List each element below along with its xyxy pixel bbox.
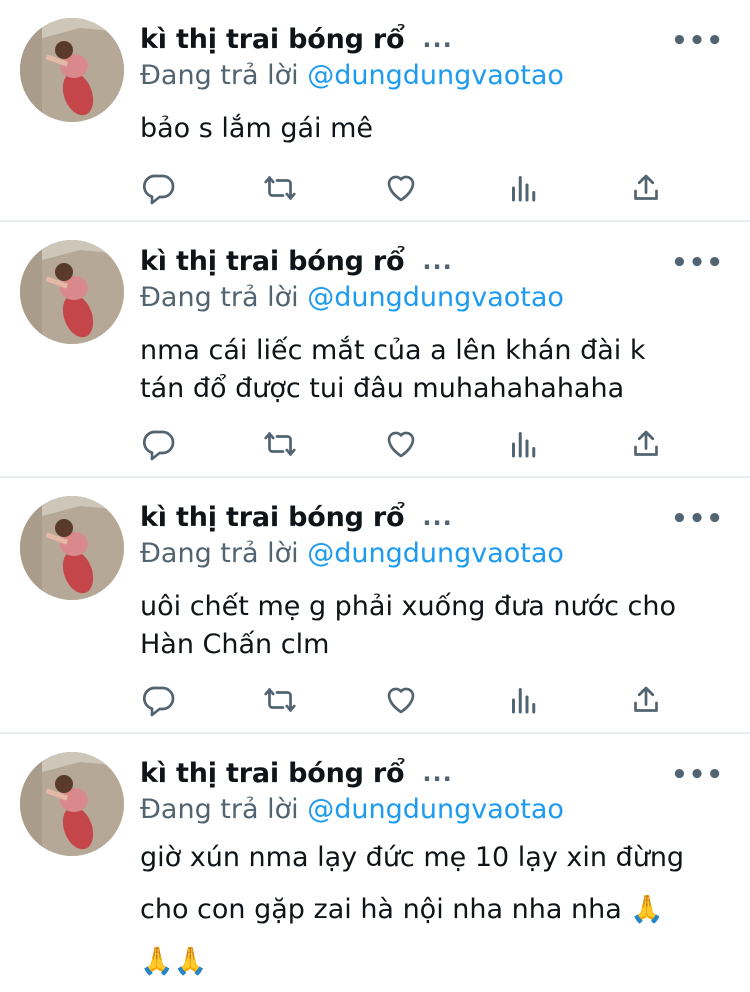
avatar[interactable] bbox=[20, 752, 124, 856]
avatar[interactable] bbox=[20, 18, 124, 122]
share-icon[interactable] bbox=[628, 682, 664, 718]
tweet-text: giờ xún nma lạy đức mẹ 10 lạy xin đừng c… bbox=[140, 832, 730, 988]
reply-context: Đang trả lời @dungdungvaotao bbox=[140, 282, 564, 313]
reply-handle-link[interactable]: @dungdungvaotao bbox=[307, 794, 564, 825]
reply-icon[interactable] bbox=[140, 682, 176, 718]
tweet-text-line: uôi chết mẹ g phải xuống đưa nước cho bbox=[140, 591, 677, 622]
share-icon[interactable] bbox=[628, 170, 664, 206]
analytics-icon[interactable] bbox=[506, 682, 542, 718]
reply-context: Đang trả lời @dungdungvaotao bbox=[140, 60, 564, 91]
avatar[interactable] bbox=[20, 496, 124, 600]
reply-handle-link[interactable]: @dungdungvaotao bbox=[307, 60, 564, 91]
reply-icon[interactable] bbox=[140, 426, 176, 462]
reply-icon[interactable] bbox=[140, 170, 176, 206]
reply-prefix: Đang trả lời bbox=[140, 60, 299, 91]
name-truncation: ... bbox=[422, 247, 453, 275]
name-truncation: ... bbox=[422, 503, 453, 531]
display-name[interactable]: kì thị trai bóng rổ bbox=[140, 246, 405, 277]
name-truncation: ... bbox=[422, 25, 453, 53]
display-name[interactable]: kì thị trai bóng rổ bbox=[140, 502, 405, 533]
tweet-text-line: nma cái liếc mắt của a lên khán đài k bbox=[140, 335, 646, 366]
display-name[interactable]: kì thị trai bóng rổ bbox=[140, 24, 405, 55]
tweet-4[interactable]: kì thị trai bóng rổ ... ••• Đang trả lời… bbox=[0, 734, 750, 992]
more-options-icon[interactable]: ••• bbox=[671, 760, 724, 790]
retweet-icon[interactable] bbox=[262, 170, 298, 206]
tweet-text: uôi chết mẹ g phải xuống đưa nước cho Hà… bbox=[140, 588, 730, 664]
tweet-text: nma cái liếc mắt của a lên khán đài k tá… bbox=[140, 332, 730, 408]
like-icon[interactable] bbox=[383, 426, 419, 462]
retweet-icon[interactable] bbox=[262, 426, 298, 462]
share-icon[interactable] bbox=[628, 426, 664, 462]
more-options-icon[interactable]: ••• bbox=[671, 504, 724, 534]
reply-handle-link[interactable]: @dungdungvaotao bbox=[307, 282, 564, 313]
retweet-icon[interactable] bbox=[262, 682, 298, 718]
action-bar bbox=[140, 682, 670, 718]
action-bar bbox=[140, 426, 670, 462]
tweet-text: bảo s lắm gái mê bbox=[140, 110, 730, 148]
more-options-icon[interactable]: ••• bbox=[671, 26, 724, 56]
reply-context: Đang trả lời @dungdungvaotao bbox=[140, 794, 564, 825]
tweet-text-line: tán đổ được tui đâu muhahahahaha bbox=[140, 373, 625, 404]
analytics-icon[interactable] bbox=[506, 170, 542, 206]
analytics-icon[interactable] bbox=[506, 426, 542, 462]
tweet-2[interactable]: kì thị trai bóng rổ ... ••• Đang trả lời… bbox=[0, 222, 750, 478]
reply-context: Đang trả lời @dungdungvaotao bbox=[140, 538, 564, 569]
tweet-1[interactable]: kì thị trai bóng rổ ... ••• Đang trả lời… bbox=[0, 0, 750, 222]
tweet-text-line: Hàn Chấn clm bbox=[140, 629, 330, 660]
like-icon[interactable] bbox=[383, 682, 419, 718]
reply-handle-link[interactable]: @dungdungvaotao bbox=[307, 538, 564, 569]
tweet-text-line: 🙏🙏 bbox=[140, 946, 208, 977]
reply-prefix: Đang trả lời bbox=[140, 538, 299, 569]
action-bar bbox=[140, 170, 670, 206]
like-icon[interactable] bbox=[383, 170, 419, 206]
reply-prefix: Đang trả lời bbox=[140, 794, 299, 825]
tweet-text-line: cho con gặp zai hà nội nha nha nha 🙏 bbox=[140, 894, 664, 925]
more-options-icon[interactable]: ••• bbox=[671, 248, 724, 278]
tweet-text-line: bảo s lắm gái mê bbox=[140, 113, 374, 144]
name-truncation: ... bbox=[422, 759, 453, 787]
display-name[interactable]: kì thị trai bóng rổ bbox=[140, 758, 405, 789]
tweet-3[interactable]: kì thị trai bóng rổ ... ••• Đang trả lời… bbox=[0, 478, 750, 734]
tweet-text-line: giờ xún nma lạy đức mẹ 10 lạy xin đừng bbox=[140, 842, 685, 873]
reply-prefix: Đang trả lời bbox=[140, 282, 299, 313]
avatar[interactable] bbox=[20, 240, 124, 344]
